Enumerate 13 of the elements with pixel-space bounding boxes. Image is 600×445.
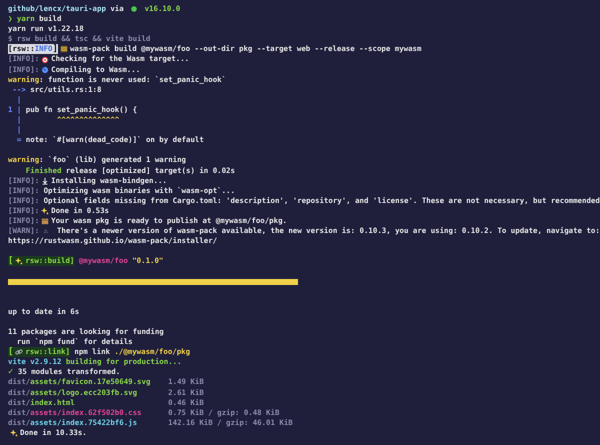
link-icon bbox=[15, 348, 24, 356]
target-icon bbox=[41, 56, 50, 64]
node-dot-icon bbox=[130, 5, 138, 14]
down-arrow-icon bbox=[41, 176, 50, 185]
terminal-text: [ bbox=[8, 256, 14, 266]
terminal-text: [ bbox=[8, 347, 14, 358]
terminal-text: ✓ bbox=[8, 367, 14, 378]
swirl-icon bbox=[41, 66, 50, 74]
terminal-text: ] bbox=[52, 44, 58, 54]
sparkles-icon bbox=[15, 257, 24, 266]
sparkles-icon bbox=[10, 428, 18, 437]
sparkles-icon bbox=[41, 206, 50, 215]
package-icon bbox=[41, 217, 50, 226]
